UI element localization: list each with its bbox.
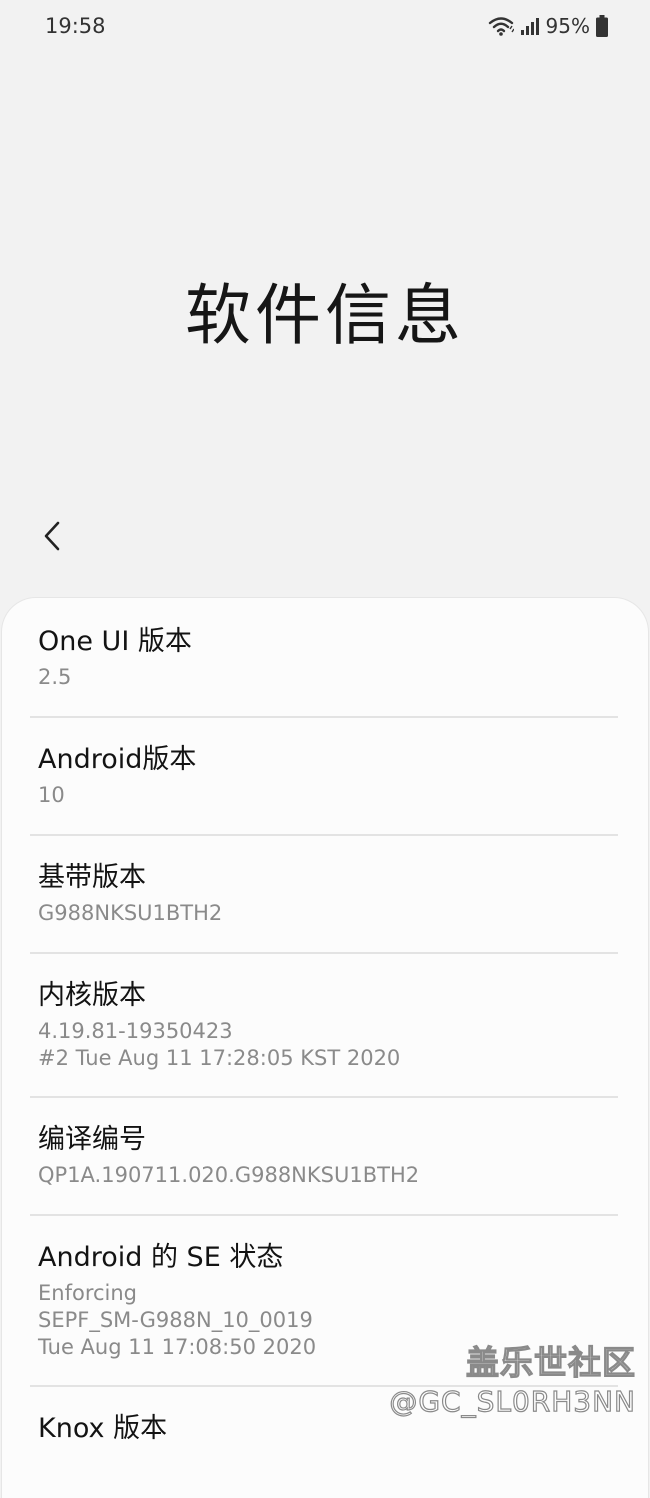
list-item-value: 2.5 — [38, 665, 72, 689]
list-item-title: 编译编号 — [38, 1124, 146, 1155]
page-title: 软件信息 — [185, 277, 465, 354]
status-bar: 19:58 95% — [0, 0, 650, 56]
divider — [30, 716, 618, 718]
list-item-android-version[interactable]: Android版本 10 — [30, 742, 618, 809]
list-item-title: Android 的 SE 状态 — [38, 1242, 284, 1273]
list-item-title: Android版本 — [38, 744, 197, 775]
list-item-title: 内核版本 — [38, 980, 146, 1011]
signal-icon — [520, 16, 540, 36]
list-item-value: 10 — [38, 783, 65, 807]
divider — [30, 834, 618, 836]
watermark-community: 盖乐世社区 — [465, 1342, 636, 1382]
list-item-value: QP1A.190711.020.G988NKSU1BTH2 — [38, 1163, 420, 1187]
divider — [30, 1214, 618, 1216]
list-item-value: Enforcing — [38, 1281, 138, 1305]
status-time: 19:58 — [45, 14, 106, 38]
chevron-left-icon — [44, 521, 60, 551]
list-item-value: G988NKSU1BTH2 — [38, 901, 223, 925]
list-item-baseband-version[interactable]: 基带版本 G988NKSU1BTH2 — [30, 860, 618, 927]
status-icons: 95% — [488, 14, 608, 38]
watermark-handle: @GC_SL0RH3NN — [389, 1384, 636, 1418]
battery-icon — [596, 15, 608, 37]
list-item-title: One UI 版本 — [38, 626, 192, 657]
list-item-value: #2 Tue Aug 11 17:28:05 KST 2020 — [38, 1046, 401, 1070]
divider — [30, 1096, 618, 1098]
list-item-title: 基带版本 — [38, 862, 146, 893]
list-item-build-number[interactable]: 编译编号 QP1A.190711.020.G988NKSU1BTH2 — [30, 1122, 618, 1189]
wifi-icon — [488, 16, 514, 36]
divider — [30, 952, 618, 954]
back-button[interactable] — [30, 512, 74, 560]
list-item-kernel-version[interactable]: 内核版本 4.19.81-19350423 #2 Tue Aug 11 17:2… — [30, 978, 618, 1072]
battery-percent: 95% — [545, 14, 590, 38]
list-item-value: SEPF_SM-G988N_10_0019 — [38, 1308, 313, 1332]
list-item-value: 4.19.81-19350423 — [38, 1019, 233, 1043]
list-item-one-ui-version[interactable]: One UI 版本 2.5 — [30, 624, 618, 691]
